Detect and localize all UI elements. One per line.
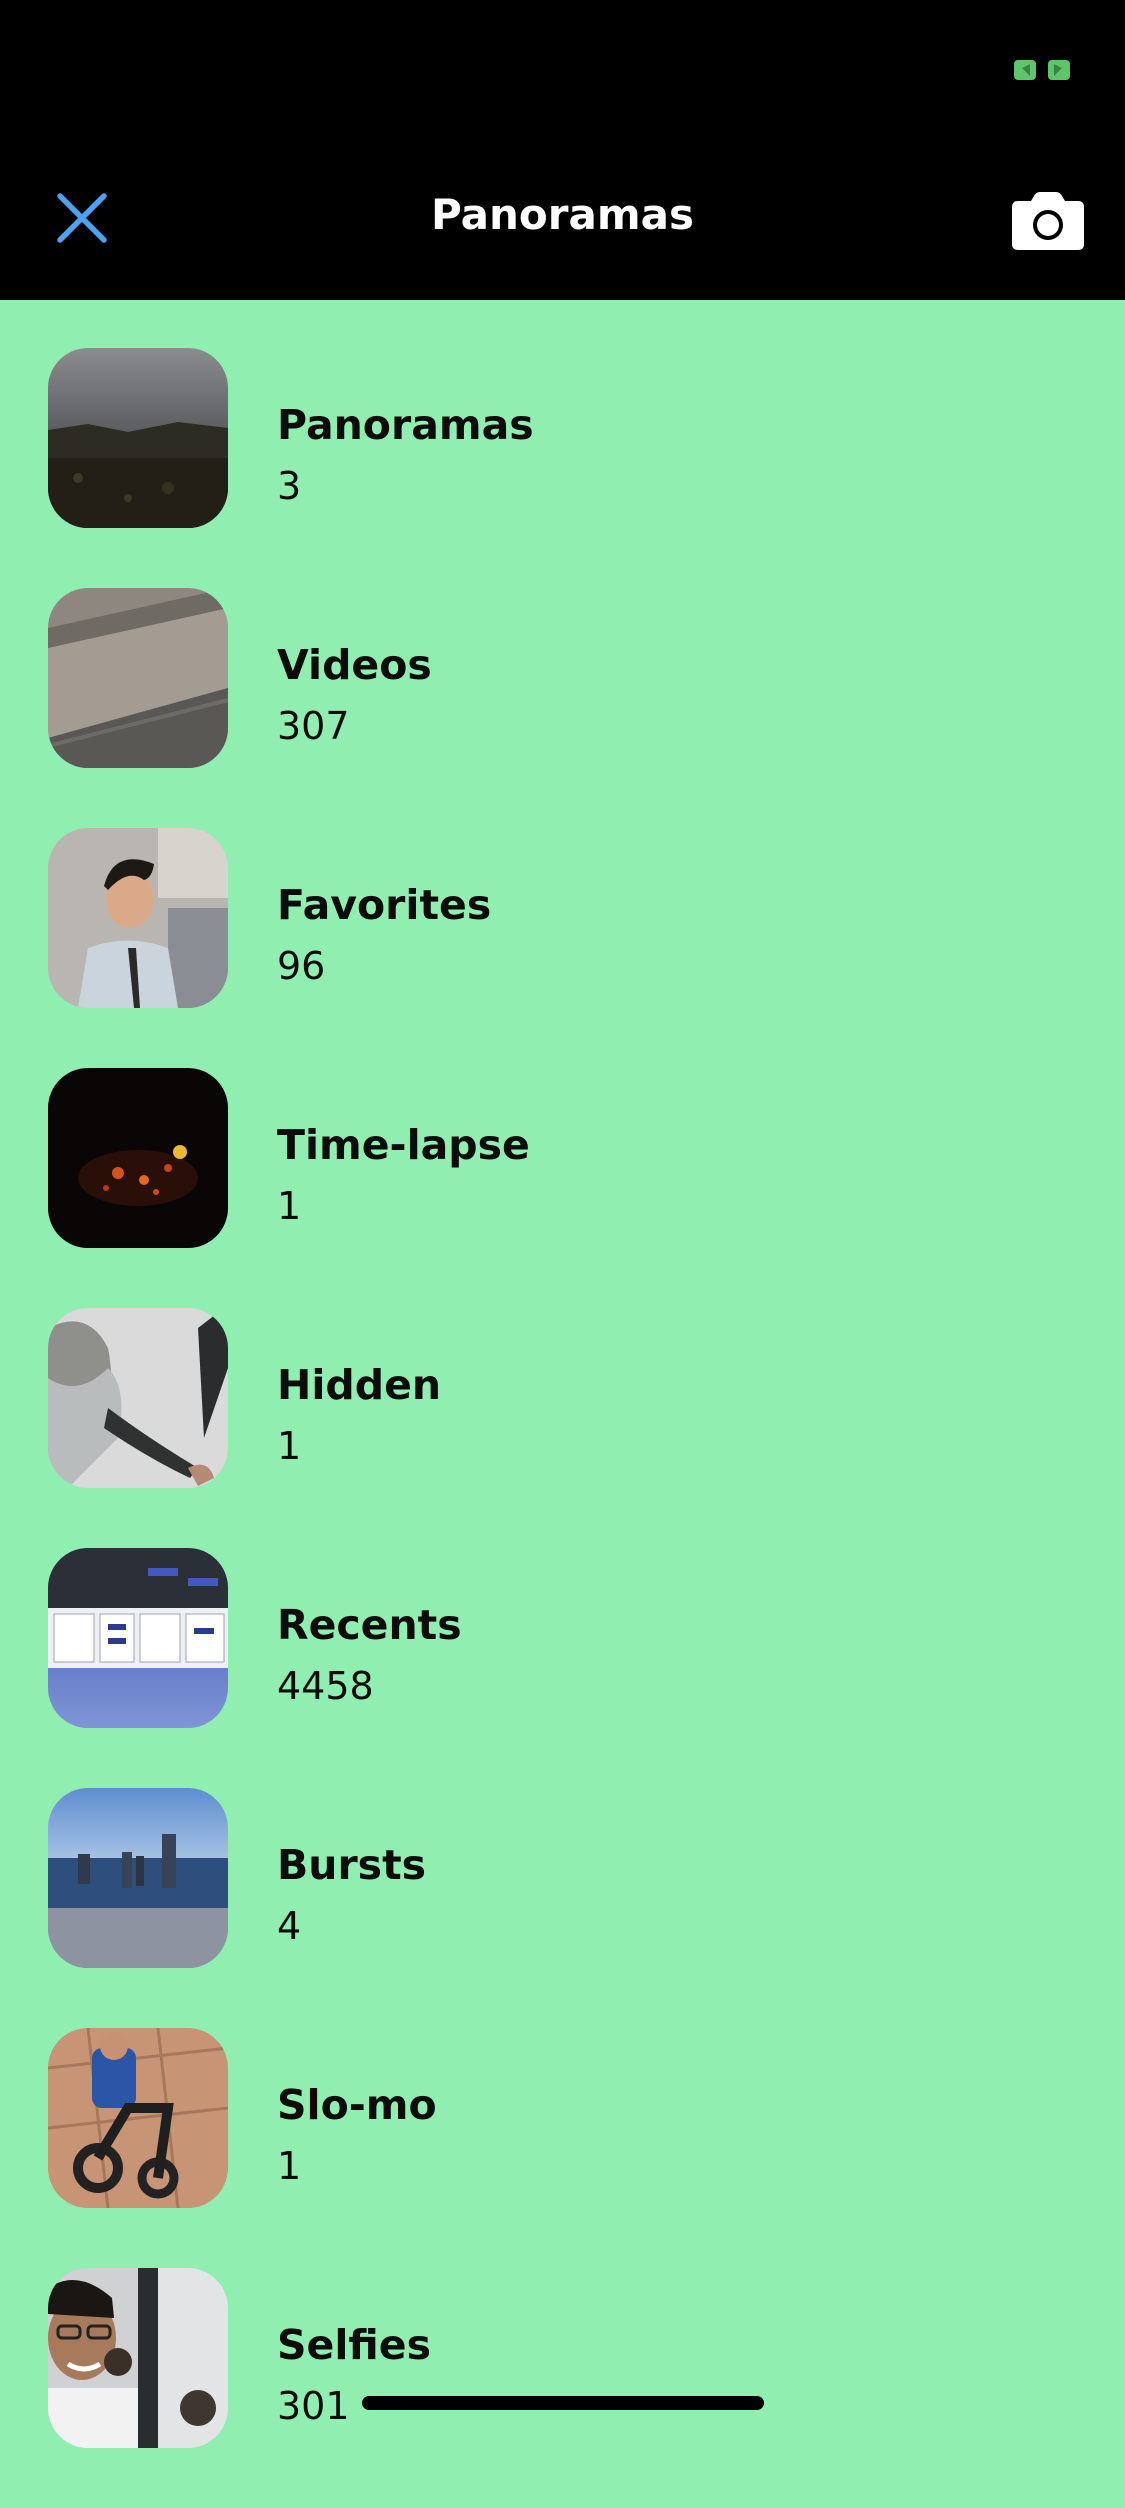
album-thumbnail (48, 348, 228, 528)
album-thumbnail (48, 1308, 228, 1488)
camera-button[interactable] (1010, 190, 1086, 252)
album-title: Selfies (277, 2321, 431, 2369)
album-title: Hidden (277, 1361, 442, 1409)
album-title: Slo-mo (277, 2081, 437, 2129)
album-thumbnail (48, 2268, 228, 2448)
album-count: 1 (277, 2144, 302, 2188)
album-thumbnail (48, 1788, 228, 1968)
album-thumbnail (48, 588, 228, 768)
album-row-recents[interactable]: Recents 4458 (0, 1548, 1125, 1788)
album-row-time-lapse[interactable]: Time-lapse 1 (0, 1068, 1125, 1308)
status-indicator-icon (1014, 60, 1070, 80)
album-count: 4458 (277, 1664, 374, 1708)
album-count: 307 (277, 704, 350, 748)
album-row-bursts[interactable]: Bursts 4 (0, 1788, 1125, 2028)
top-bar: Panoramas (0, 0, 1125, 300)
album-row-slo-mo[interactable]: Slo-mo 1 (0, 2028, 1125, 2268)
album-count: 1 (277, 1424, 302, 1468)
album-thumbnail (48, 828, 228, 1008)
album-row-panoramas[interactable]: Panoramas 3 (0, 348, 1125, 588)
home-indicator[interactable] (362, 2396, 764, 2410)
album-title: Panoramas (277, 401, 534, 449)
album-thumbnail (48, 1548, 228, 1728)
camera-icon (1012, 192, 1084, 250)
album-count: 4 (277, 1904, 302, 1948)
album-count: 301 (277, 2384, 350, 2428)
album-title: Recents (277, 1601, 462, 1649)
album-title: Time-lapse (277, 1121, 530, 1169)
album-row-favorites[interactable]: Favorites 96 (0, 828, 1125, 1068)
album-row-selfies[interactable]: Selfies 301 (0, 2268, 1125, 2508)
album-count: 1 (277, 1184, 302, 1228)
album-thumbnail (48, 1068, 228, 1248)
album-title: Favorites (277, 881, 492, 929)
album-count: 96 (277, 944, 326, 988)
album-thumbnail (48, 2028, 228, 2208)
album-row-hidden[interactable]: Hidden 1 (0, 1308, 1125, 1548)
album-title: Bursts (277, 1841, 427, 1889)
album-title: Videos (277, 641, 432, 689)
page-title: Panoramas (431, 190, 694, 239)
album-count: 3 (277, 464, 302, 508)
album-row-videos[interactable]: Videos 307 (0, 588, 1125, 828)
